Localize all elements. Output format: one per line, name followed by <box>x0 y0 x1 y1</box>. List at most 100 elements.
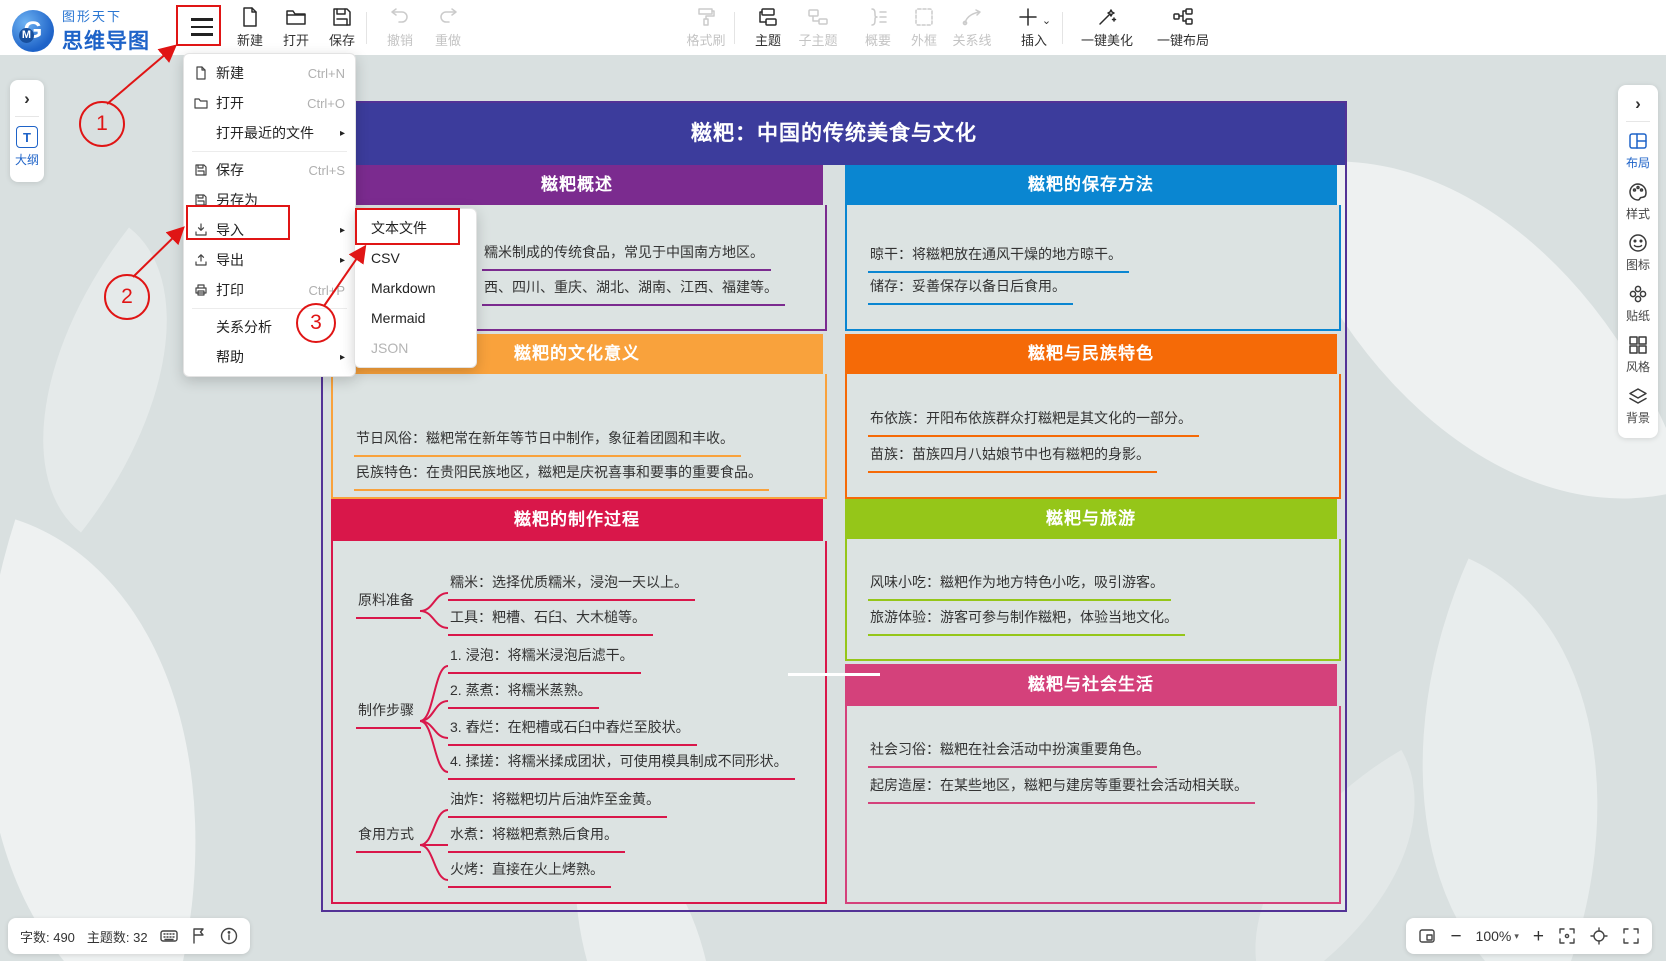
topic-node[interactable]: 起房造屋：在某些地区，糍粑与建房等重要社会活动相关联。 <box>868 775 1255 804</box>
import-submenu: 文本文件 CSV Markdown Mermaid JSON <box>354 208 477 368</box>
app-logo: GM 图形天下 思维导图 <box>12 6 150 55</box>
topic-count: 主题数: 32 <box>87 927 148 946</box>
flag-icon[interactable] <box>190 927 208 945</box>
topic-node[interactable]: 油炸：将糍粑切片后油炸至金黄。 <box>448 789 667 818</box>
menu-divider <box>192 308 347 309</box>
zoom-in-button[interactable]: + <box>1533 927 1544 946</box>
beautify-button[interactable]: 一键美化 <box>1072 0 1142 55</box>
subtopic-icon <box>807 6 829 28</box>
magic-wand-icon <box>1096 6 1118 28</box>
redo-icon <box>437 6 459 28</box>
topic-node[interactable]: 糯米：选择优质糯米，浸泡一天以上。 <box>448 572 695 601</box>
topic-node[interactable]: 2. 蒸煮：将糯米蒸熟。 <box>448 680 599 709</box>
topic-node[interactable]: 火烤：直接在火上烤熟。 <box>448 859 611 888</box>
save-as-icon <box>194 193 208 207</box>
chevron-down-icon: ⌄ <box>1042 14 1051 27</box>
menu-item-open[interactable]: 打开Ctrl+O <box>184 88 355 118</box>
brand-line2: 思维导图 <box>62 25 150 55</box>
minimap-icon[interactable] <box>1418 927 1436 945</box>
submenu-item-text-file[interactable]: 文本文件 <box>355 213 476 243</box>
submenu-item-json: JSON <box>355 333 476 363</box>
main-menu-button[interactable] <box>186 11 218 43</box>
submenu-item-mermaid[interactable]: Mermaid <box>355 303 476 333</box>
auto-layout-button[interactable]: 一键布局 <box>1148 0 1218 55</box>
undo-icon <box>389 6 411 28</box>
submenu-item-csv[interactable]: CSV <box>355 243 476 273</box>
save-button[interactable]: 保存 <box>314 0 370 55</box>
topic-node[interactable]: 1. 浸泡：将糯米浸泡后滤干。 <box>448 645 641 674</box>
format-painter-icon <box>695 6 717 28</box>
save-icon <box>194 163 208 177</box>
auto-layout-icon <box>1172 6 1194 28</box>
topic-node[interactable]: 布依族：开阳布依族群众打糍粑是其文化的一部分。 <box>868 408 1199 437</box>
menu-item-import[interactable]: 导入▸ <box>184 215 355 245</box>
topic-node[interactable]: 节日风俗：糍粑常在新年等节日中制作，象征着团圆和丰收。 <box>354 428 741 457</box>
menu-item-save[interactable]: 保存Ctrl+S <box>184 155 355 185</box>
import-icon <box>194 223 208 237</box>
palette-icon <box>1628 182 1648 202</box>
menu-item-open-recent[interactable]: 打开最近的文件▸ <box>184 118 355 148</box>
locate-center-icon[interactable] <box>1590 927 1608 945</box>
insert-button[interactable]: ⌄ 插入 <box>1006 0 1062 55</box>
zoom-out-button[interactable]: − <box>1450 927 1461 946</box>
topic-node[interactable]: 制作步骤 <box>356 700 421 729</box>
left-rail: › T 大纲 <box>10 80 44 182</box>
background-button[interactable]: 背景 <box>1626 386 1650 426</box>
topic-node[interactable]: 3. 舂烂：在粑槽或石臼中舂烂至胶状。 <box>448 717 697 746</box>
outline-button[interactable]: T 大纲 <box>15 126 39 168</box>
fullscreen-icon[interactable] <box>1622 927 1640 945</box>
sticker-button[interactable]: 贴纸 <box>1626 284 1650 324</box>
format-painter-button[interactable]: 格式刷 <box>678 0 734 55</box>
theme-style-button[interactable]: 风格 <box>1626 335 1650 375</box>
topic-node[interactable]: 晾干：将糍粑放在通风干燥的地方晾干。 <box>868 244 1129 273</box>
layout-icon <box>1628 131 1648 151</box>
relation-line-icon <box>961 6 983 28</box>
subtopic-button[interactable]: 子主题 <box>788 0 848 55</box>
right-rail: › 布局 样式 图标 贴纸 风格 背景 <box>1618 85 1658 438</box>
topic-node[interactable]: 储存：妥善保存以备日后食用。 <box>868 276 1073 305</box>
topic-node[interactable]: 风味小吃：糍粑作为地方特色小吃，吸引游客。 <box>868 572 1171 601</box>
menu-item-relation-analysis[interactable]: 关系分析 <box>184 312 355 342</box>
style-button[interactable]: 样式 <box>1626 182 1650 222</box>
topic-node[interactable]: 原料准备 <box>356 590 421 619</box>
printer-icon <box>194 283 208 297</box>
icon-button[interactable]: 图标 <box>1626 233 1650 273</box>
keyboard-shortcuts-icon[interactable] <box>160 927 178 945</box>
submenu-arrow-icon: ▸ <box>340 225 345 236</box>
redo-button[interactable]: 重做 <box>420 0 476 55</box>
topic-node[interactable]: 西、四川、重庆、湖北、湖南、江西、福建等。 <box>482 277 785 306</box>
info-icon[interactable] <box>220 927 238 945</box>
topic-node[interactable]: 社会习俗：糍粑在社会活动中扮演重要角色。 <box>868 739 1157 768</box>
submenu-arrow-icon: ▸ <box>340 128 345 139</box>
topic-node[interactable]: 水煮：将糍粑煮熟后食用。 <box>448 824 625 853</box>
logo-icon: GM <box>12 10 54 52</box>
fit-to-screen-icon[interactable] <box>1558 927 1576 945</box>
toolbar-divider <box>366 12 367 44</box>
menu-item-help[interactable]: 帮助▸ <box>184 342 355 372</box>
topic-node[interactable]: 旅游体验：游客可参与制作糍粑，体验当地文化。 <box>868 607 1185 636</box>
top-toolbar: GM 图形天下 思维导图 新建 打开 保存 撤销 重做 格式刷 主题 子主题 <box>0 0 1666 55</box>
menu-item-save-as[interactable]: 另存为 <box>184 185 355 215</box>
topic-node[interactable]: 苗族：苗族四月八姑娘节中也有糍粑的身影。 <box>868 444 1157 473</box>
layout-button[interactable]: 布局 <box>1626 131 1650 171</box>
file-menu: 新建Ctrl+N 打开Ctrl+O 打开最近的文件▸ 保存Ctrl+S 另存为 … <box>183 53 356 377</box>
menu-item-print[interactable]: 打印Ctrl+P <box>184 275 355 305</box>
style-grid-icon <box>1628 335 1648 355</box>
insert-plus-icon <box>1017 6 1039 28</box>
center-guide-line <box>788 673 880 676</box>
export-icon <box>194 253 208 267</box>
menu-item-new[interactable]: 新建Ctrl+N <box>184 58 355 88</box>
menu-item-export[interactable]: 导出▸ <box>184 245 355 275</box>
zoom-level[interactable]: 100%▾ <box>1476 928 1519 944</box>
expand-left-panel-button[interactable]: › <box>24 80 30 116</box>
topic-node[interactable]: 糯米制成的传统食品，常见于中国南方地区。 <box>482 242 771 271</box>
topic-node[interactable]: 4. 揉搓：将糯米揉成团状，可使用模具制成不同形状。 <box>448 751 795 780</box>
topic-node[interactable]: 工具：粑槽、石臼、大木槌等。 <box>448 607 653 636</box>
relation-line-button[interactable]: 关系线 <box>942 0 1002 55</box>
topic-node[interactable]: 民族特色：在贵阳民族地区，糍粑是庆祝喜事和要事的重要食品。 <box>354 462 769 491</box>
collapse-right-panel-button[interactable]: › <box>1635 85 1641 121</box>
submenu-item-markdown[interactable]: Markdown <box>355 273 476 303</box>
toolbar-divider <box>734 12 735 44</box>
topic-node[interactable]: 食用方式 <box>356 824 421 853</box>
open-folder-icon <box>194 96 208 110</box>
